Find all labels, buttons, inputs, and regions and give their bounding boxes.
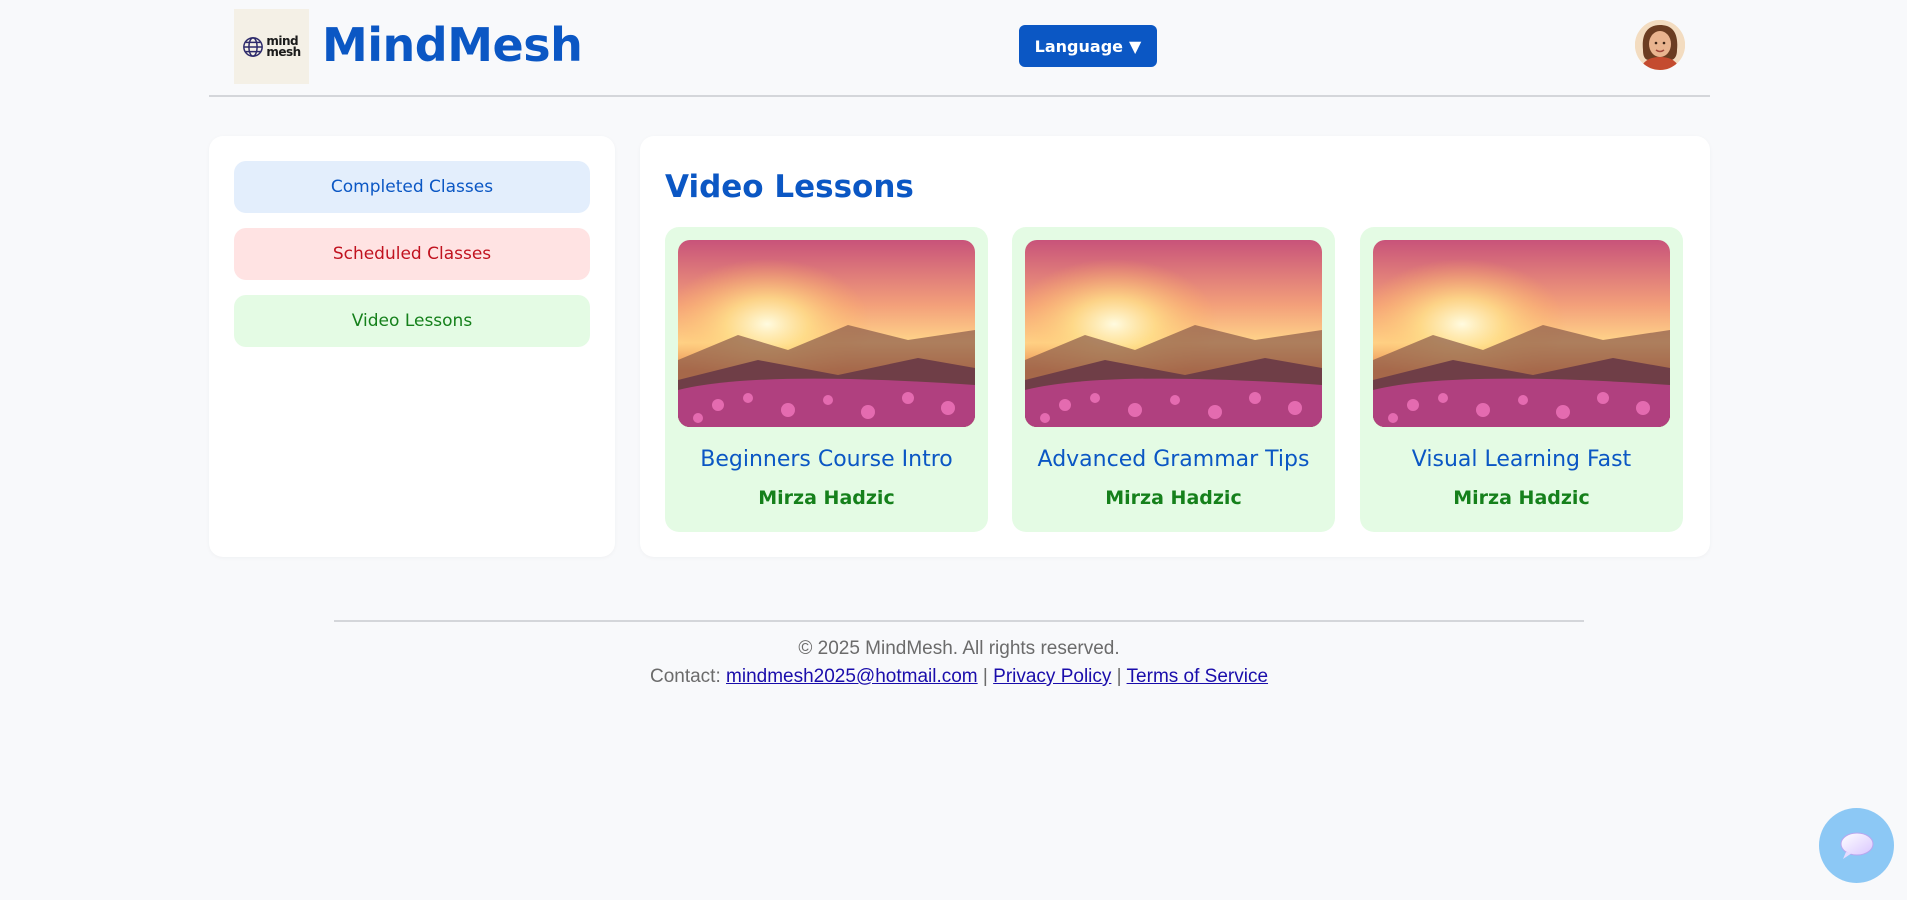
chat-button[interactable] — [1819, 808, 1894, 883]
video-title[interactable]: Advanced Grammar Tips — [1012, 447, 1335, 472]
main-panel: Video Lessons Beginners Course Intro Mir… — [640, 136, 1710, 557]
contact-label: Contact: — [649, 666, 721, 687]
separator: | — [1116, 666, 1122, 687]
language-button[interactable]: Language ▼ — [1019, 25, 1157, 67]
video-thumbnail[interactable] — [1025, 240, 1322, 427]
video-card[interactable]: Beginners Course Intro Mirza Hadzic — [665, 227, 988, 532]
copyright-text: © 2025 MindMesh. All rights reserved. — [798, 638, 1120, 659]
page-title: Video Lessons — [665, 169, 914, 205]
site-footer: © 2025 MindMesh. All rights reserved. Co… — [334, 620, 1584, 688]
video-card[interactable]: Visual Learning Fast Mirza Hadzic — [1360, 227, 1683, 532]
sidebar-item-completed-classes[interactable]: Completed Classes — [234, 161, 590, 213]
video-thumbnail[interactable] — [678, 240, 975, 427]
video-author: Mirza Hadzic — [758, 487, 895, 509]
logo[interactable]: mind mesh — [234, 9, 309, 84]
video-title[interactable]: Beginners Course Intro — [665, 447, 988, 472]
terms-of-service-link[interactable]: Terms of Service — [1127, 666, 1268, 687]
video-card[interactable]: Advanced Grammar Tips Mirza Hadzic — [1012, 227, 1335, 532]
language-label: Language — [1034, 36, 1123, 56]
globe-icon — [243, 36, 264, 57]
contact-line: Contact: mindmesh2025@hotmail.com | Priv… — [334, 666, 1584, 688]
sidebar-item-video-lessons[interactable]: Video Lessons — [234, 295, 590, 347]
brand-title[interactable]: MindMesh — [322, 18, 583, 72]
avatar[interactable] — [1635, 20, 1685, 70]
video-thumbnail[interactable] — [1373, 240, 1670, 427]
sidebar-item-scheduled-classes[interactable]: Scheduled Classes — [234, 228, 590, 280]
sidebar: Completed Classes Scheduled Classes Vide… — [209, 136, 615, 557]
video-author: Mirza Hadzic — [1105, 487, 1242, 509]
chevron-down-icon: ▼ — [1129, 36, 1142, 56]
video-title[interactable]: Visual Learning Fast — [1360, 447, 1683, 472]
chat-bubble-icon — [1840, 832, 1873, 859]
privacy-policy-link[interactable]: Privacy Policy — [993, 666, 1111, 687]
video-author: Mirza Hadzic — [1453, 487, 1590, 509]
email-link[interactable]: mindmesh2025@hotmail.com — [726, 666, 978, 687]
separator: | — [982, 666, 988, 687]
logo-text: mind mesh — [266, 33, 301, 59]
site-header: mind mesh MindMesh Language ▼ — [209, 0, 1710, 97]
